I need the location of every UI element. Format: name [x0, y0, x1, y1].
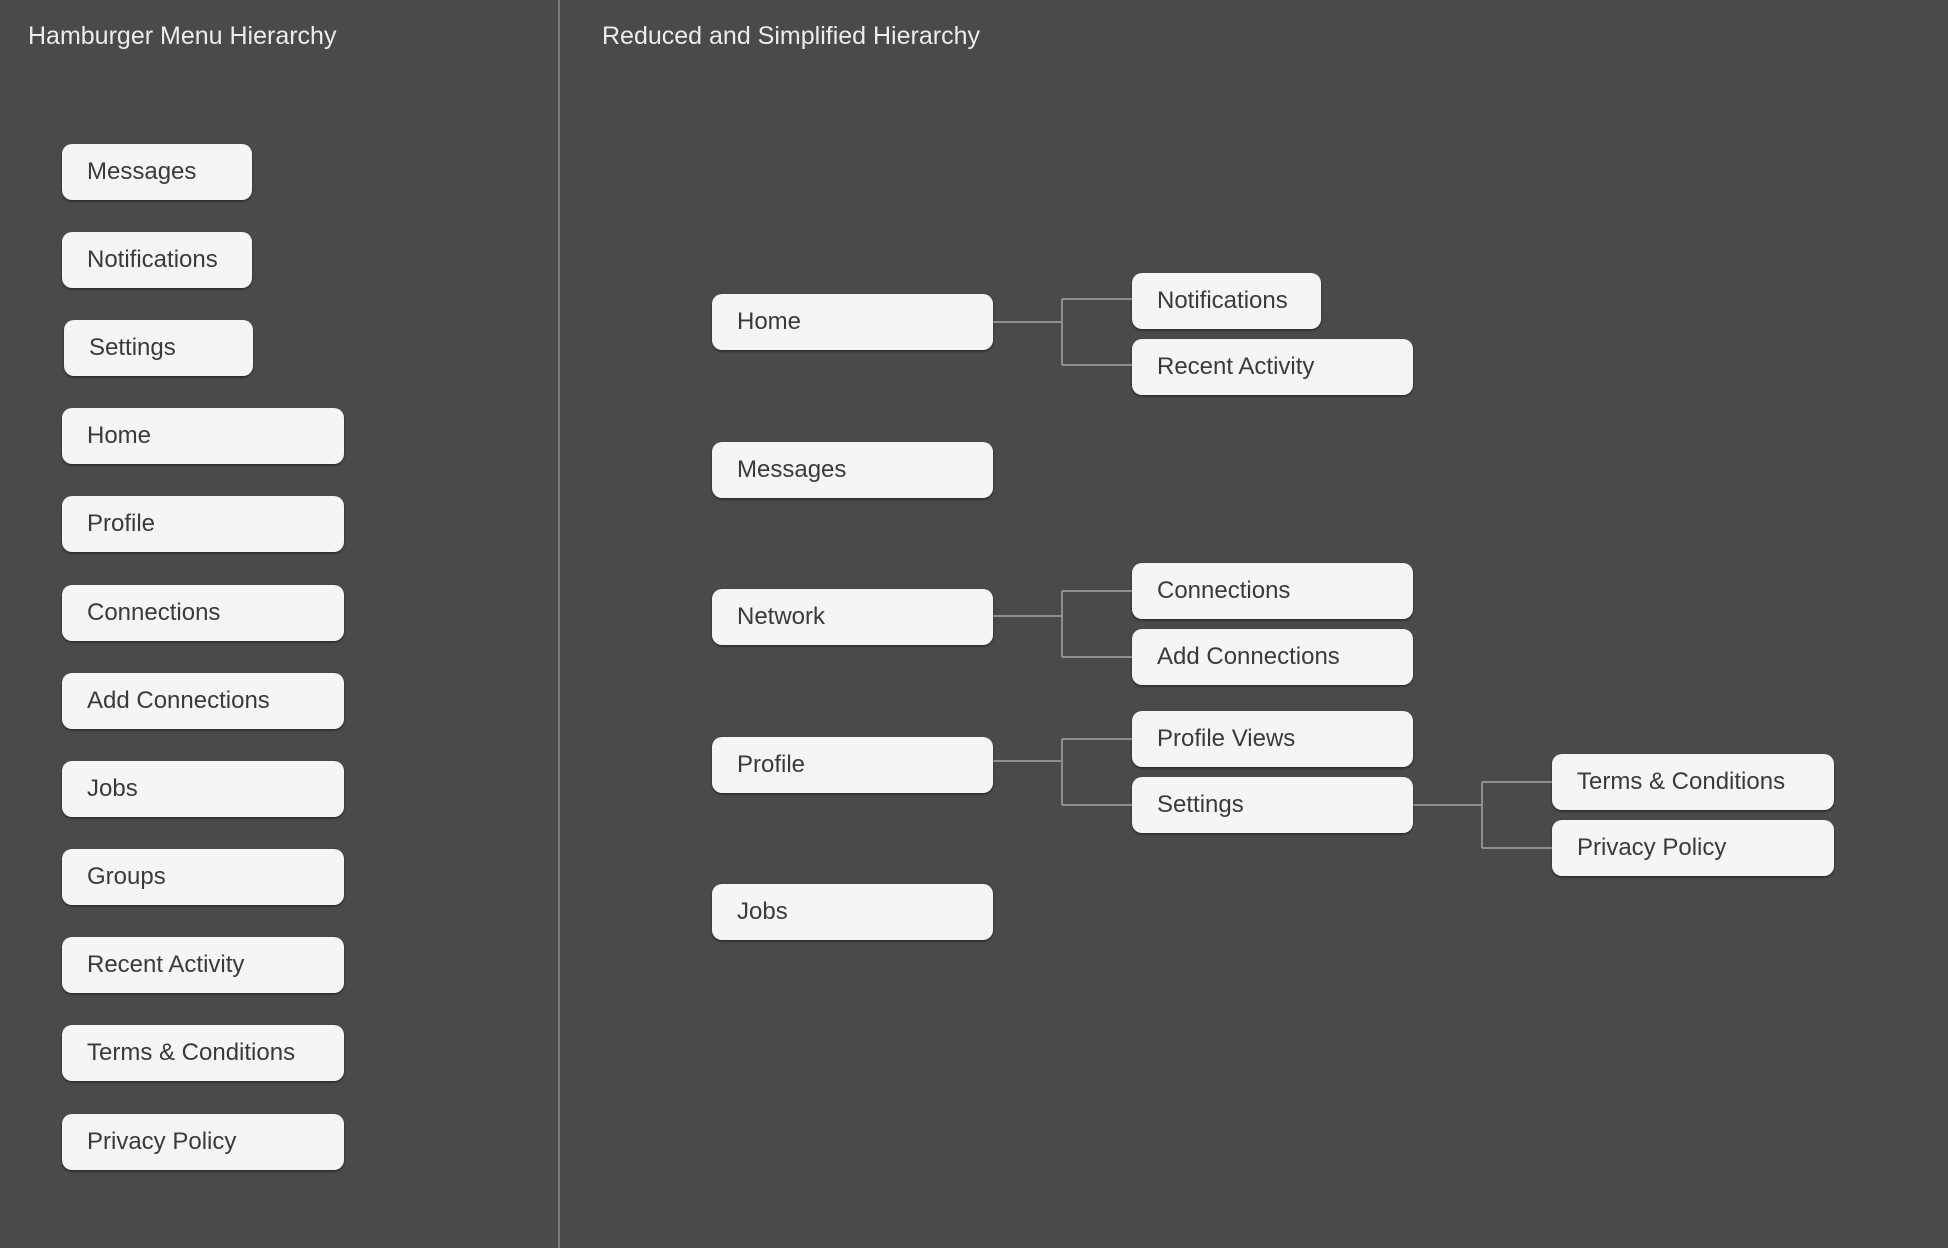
tree-node-privacy-policy[interactable]: Privacy Policy	[1552, 820, 1834, 876]
menu-item-connections[interactable]: Connections	[62, 585, 344, 641]
menu-item-terms-conditions[interactable]: Terms & Conditions	[62, 1025, 344, 1081]
tree-node-jobs[interactable]: Jobs	[712, 884, 993, 940]
tree-node-notifications[interactable]: Notifications	[1132, 273, 1321, 329]
menu-item-jobs[interactable]: Jobs	[62, 761, 344, 817]
menu-item-profile[interactable]: Profile	[62, 496, 344, 552]
menu-item-messages[interactable]: Messages	[62, 144, 252, 200]
tree-node-terms-conditions[interactable]: Terms & Conditions	[1552, 754, 1834, 810]
panel-divider	[558, 0, 560, 1248]
tree-node-messages[interactable]: Messages	[712, 442, 993, 498]
tree-node-profile[interactable]: Profile	[712, 737, 993, 793]
left-panel-title: Hamburger Menu Hierarchy	[28, 22, 337, 50]
menu-item-add-connections[interactable]: Add Connections	[62, 673, 344, 729]
menu-item-privacy-policy[interactable]: Privacy Policy	[62, 1114, 344, 1170]
tree-node-network[interactable]: Network	[712, 589, 993, 645]
menu-item-settings[interactable]: Settings	[64, 320, 253, 376]
connector-profile	[993, 738, 1132, 806]
connector-network	[993, 590, 1132, 658]
tree-node-connections[interactable]: Connections	[1132, 563, 1413, 619]
menu-item-home[interactable]: Home	[62, 408, 344, 464]
connector-settings	[1413, 781, 1552, 849]
tree-node-recent-activity[interactable]: Recent Activity	[1132, 339, 1413, 395]
menu-item-groups[interactable]: Groups	[62, 849, 344, 905]
tree-node-settings[interactable]: Settings	[1132, 777, 1413, 833]
tree-node-profile-views[interactable]: Profile Views	[1132, 711, 1413, 767]
right-panel-title: Reduced and Simplified Hierarchy	[602, 22, 980, 50]
menu-item-notifications[interactable]: Notifications	[62, 232, 252, 288]
tree-node-add-connections[interactable]: Add Connections	[1132, 629, 1413, 685]
menu-item-recent-activity[interactable]: Recent Activity	[62, 937, 344, 993]
tree-node-home[interactable]: Home	[712, 294, 993, 350]
connector-home	[993, 298, 1132, 366]
